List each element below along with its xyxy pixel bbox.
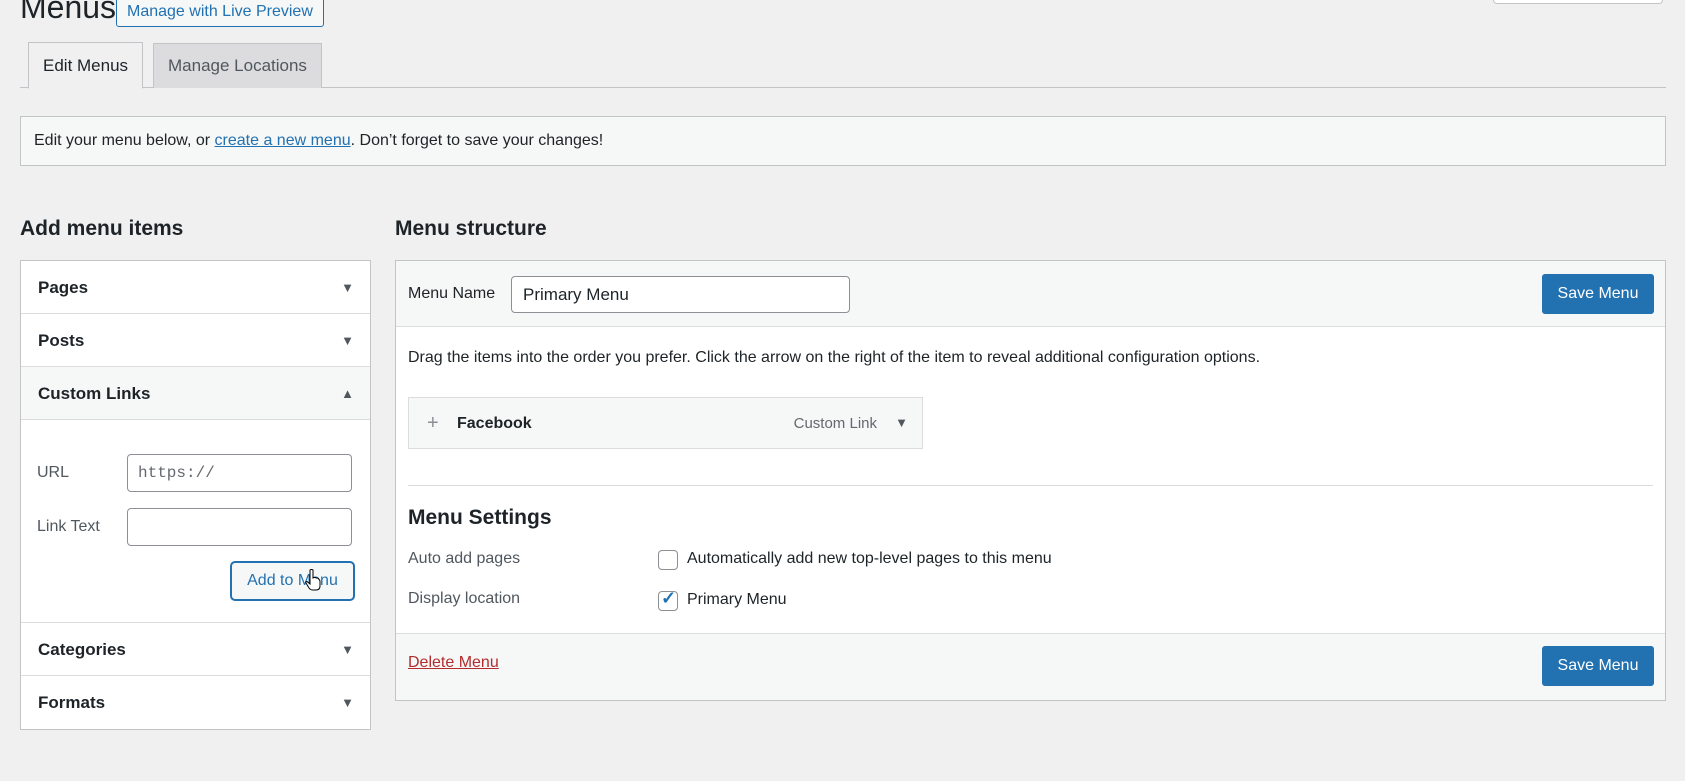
drag-instructions: Drag the items into the order you prefer…: [408, 349, 1261, 366]
accordion-pages-label: Pages: [38, 278, 89, 297]
link-text-label: Link Text: [37, 518, 100, 535]
url-input[interactable]: https://: [127, 454, 352, 492]
accordion-pages[interactable]: Pages ▼: [21, 261, 370, 314]
add-to-menu-button[interactable]: Add to Menu: [231, 562, 354, 600]
display-location-label: Display location: [408, 590, 521, 607]
tab-manage-locations[interactable]: Manage Locations: [153, 43, 322, 88]
accordion-posts[interactable]: Posts ▼: [21, 314, 370, 367]
checkmark-icon: ✓: [661, 588, 677, 608]
notice-suffix: . Don’t forget to save your changes!: [350, 132, 604, 149]
chevron-down-icon: ▼: [341, 333, 354, 348]
notice-prefix: Edit your menu below, or: [34, 132, 215, 149]
divider: [408, 485, 1653, 486]
accordion-categories[interactable]: Categories ▼: [21, 623, 370, 676]
chevron-up-icon: ▲: [341, 386, 354, 401]
menu-item-type: Custom Link: [793, 415, 877, 432]
auto-add-pages-label: Auto add pages: [408, 550, 521, 567]
accordion-custom-links[interactable]: Custom Links ▲: [21, 367, 370, 420]
menu-settings-heading: Menu Settings: [408, 506, 552, 529]
add-menu-items-heading: Add menu items: [20, 217, 184, 240]
menu-footer: Delete Menu Save Menu: [396, 633, 1665, 700]
hand-cursor-icon: [305, 569, 321, 591]
accordion-categories-label: Categories: [38, 640, 126, 659]
save-menu-button-top[interactable]: Save Menu: [1542, 274, 1654, 314]
accordion-posts-label: Posts: [38, 331, 85, 350]
menu-structure-heading: Menu structure: [395, 217, 547, 240]
manage-live-preview-button[interactable]: Manage with Live Preview: [116, 0, 324, 27]
tab-edit-menus[interactable]: Edit Menus: [28, 42, 144, 89]
drag-handle-icon[interactable]: +: [427, 412, 439, 435]
chevron-down-icon[interactable]: ▼: [895, 415, 908, 430]
save-menu-button-bottom[interactable]: Save Menu: [1542, 646, 1654, 686]
menu-header: Menu Name Primary Menu Save Menu: [396, 261, 1665, 327]
delete-menu-link[interactable]: Delete Menu: [408, 654, 499, 672]
screen-options-tab[interactable]: [1493, 0, 1663, 4]
accordion-custom-links-label: Custom Links: [38, 384, 151, 403]
create-new-menu-link[interactable]: create a new menu: [215, 132, 351, 149]
add-items-accordion: Pages ▼ Posts ▼ Custom Links ▲ URL https…: [20, 260, 371, 730]
url-label: URL: [37, 464, 70, 481]
accordion-formats-label: Formats: [38, 693, 106, 712]
page-title: Menus: [20, 0, 117, 25]
accordion-formats[interactable]: Formats ▼: [21, 676, 370, 729]
chevron-down-icon: ▼: [341, 642, 354, 657]
auto-add-pages-text: Automatically add new top-level pages to…: [687, 550, 1052, 567]
chevron-down-icon: ▼: [341, 280, 354, 295]
menu-name-input[interactable]: Primary Menu: [511, 276, 850, 313]
primary-menu-checkbox[interactable]: ✓: [658, 588, 678, 611]
primary-menu-location-text: Primary Menu: [687, 591, 787, 608]
nav-tabs: Edit Menus Manage Locations: [20, 42, 1666, 89]
info-notice: Edit your menu below, or create a new me…: [20, 116, 1666, 166]
menu-management-box: Menu Name Primary Menu Save Menu Drag th…: [395, 260, 1666, 701]
chevron-down-icon: ▼: [341, 695, 354, 710]
link-text-input[interactable]: [127, 508, 352, 546]
menu-item-title: Facebook: [457, 415, 532, 432]
menu-name-label: Menu Name: [408, 285, 496, 302]
custom-links-panel: URL https:// Link Text Add to Menu: [21, 420, 370, 623]
auto-add-pages-checkbox[interactable]: [658, 550, 678, 570]
menu-item-facebook[interactable]: + Facebook Custom Link ▼: [408, 397, 923, 449]
